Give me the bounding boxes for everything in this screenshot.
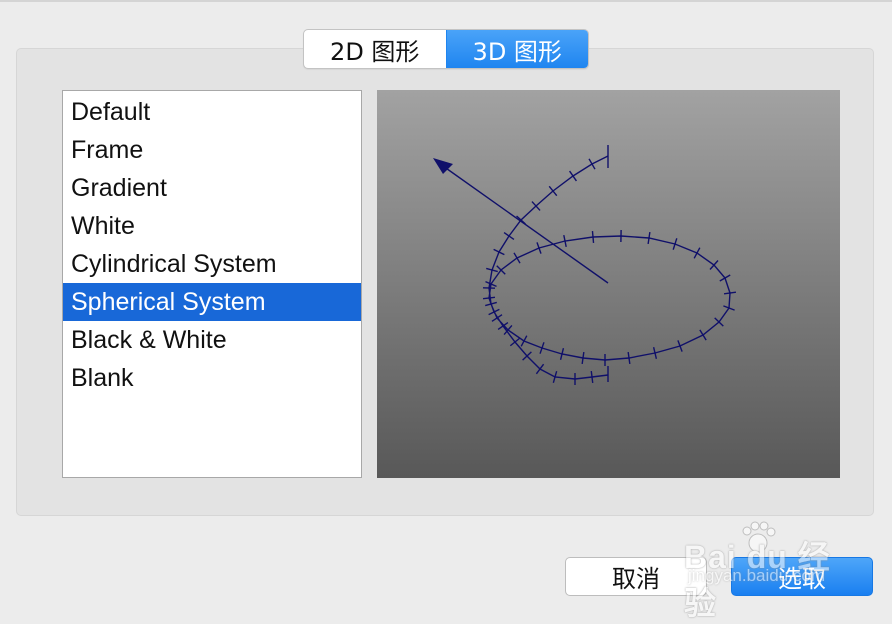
select-button[interactable]: 选取 bbox=[731, 557, 873, 596]
curve-tick bbox=[514, 253, 520, 263]
curve-tick bbox=[648, 232, 650, 244]
style-list[interactable]: Default Frame Gradient White Cylindrical… bbox=[62, 90, 362, 478]
dimension-segmented-control: 2D 图形 3D 图形 bbox=[303, 29, 589, 69]
tab-2d-graphics[interactable]: 2D 图形 bbox=[304, 30, 446, 68]
cancel-button[interactable]: 取消 bbox=[565, 557, 707, 596]
curve-tick bbox=[504, 233, 514, 240]
list-item-cylindrical-system[interactable]: Cylindrical System bbox=[63, 245, 361, 283]
list-item-frame[interactable]: Frame bbox=[63, 131, 361, 169]
list-item-spherical-system[interactable]: Spherical System bbox=[63, 283, 361, 321]
axis-line bbox=[443, 166, 608, 283]
curve-tick bbox=[483, 297, 495, 298]
tab-3d-graphics[interactable]: 3D 图形 bbox=[446, 30, 589, 68]
curve-tick bbox=[592, 231, 593, 243]
curve-tick bbox=[591, 371, 592, 383]
curve-tick bbox=[700, 330, 706, 340]
paw-icon bbox=[738, 518, 778, 558]
curve-tick bbox=[570, 171, 577, 181]
curve-tick bbox=[510, 338, 519, 345]
curve-tick bbox=[521, 336, 527, 347]
curve-tick bbox=[724, 292, 736, 294]
window-top-edge bbox=[0, 0, 892, 2]
list-item-default[interactable]: Default bbox=[63, 93, 361, 131]
list-item-gradient[interactable]: Gradient bbox=[63, 169, 361, 207]
spherical-curve bbox=[433, 145, 736, 385]
curve-tick bbox=[694, 248, 700, 259]
curve-tick bbox=[628, 352, 630, 364]
curve-path bbox=[489, 156, 730, 379]
curve-tick bbox=[589, 159, 595, 169]
style-preview bbox=[377, 90, 840, 478]
list-item-white[interactable]: White bbox=[63, 207, 361, 245]
curve-tick bbox=[582, 352, 584, 364]
spherical-system-preview-graphic bbox=[377, 90, 840, 478]
list-item-black-white[interactable]: Black & White bbox=[63, 321, 361, 359]
list-item-blank[interactable]: Blank bbox=[63, 359, 361, 397]
